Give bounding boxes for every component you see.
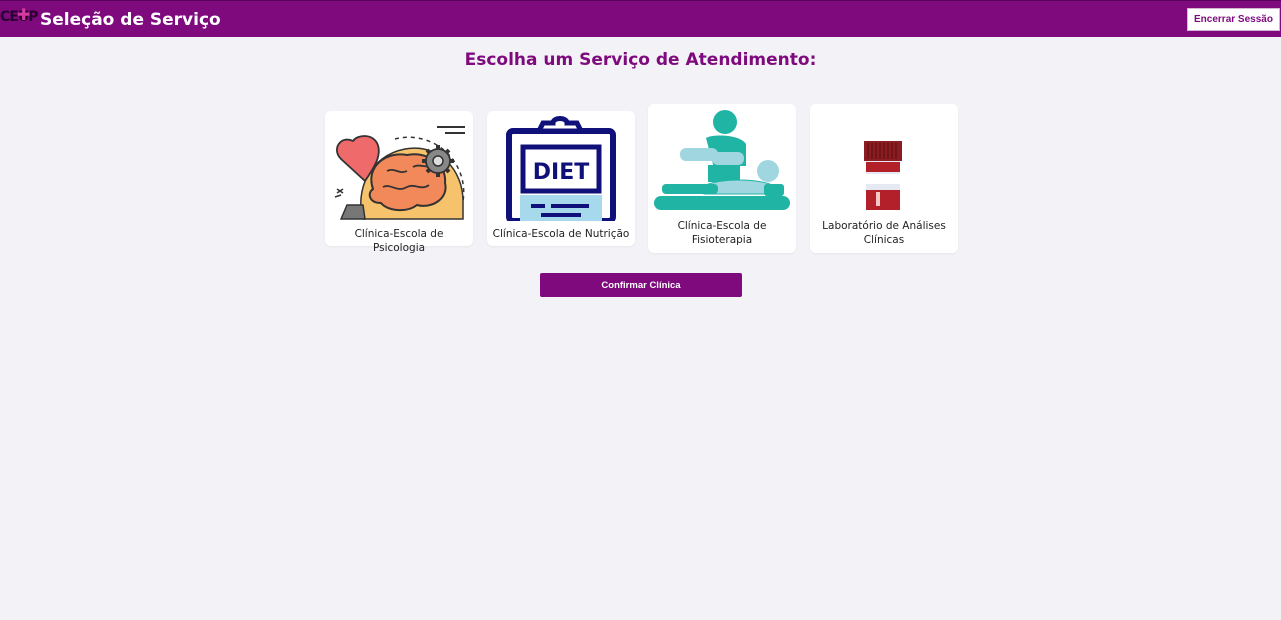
page-title: Seleção de Serviço [40, 10, 221, 30]
logout-button[interactable]: Encerrar Sessão [1187, 8, 1280, 31]
service-card-fisioterapia[interactable]: Clínica-Escola de Fisioterapia [648, 104, 796, 253]
logo-plus-icon: ✚ [17, 5, 30, 24]
svg-text:DIET: DIET [533, 160, 589, 185]
service-card-nutricao[interactable]: DIET Clínica-Escola de Nutrição [487, 111, 635, 246]
blood-sample-tube-icon [864, 141, 902, 210]
service-heading: Escolha um Serviço de Atendimento: [464, 50, 817, 70]
service-label-laboratorio: Laboratório de Análises Clínicas [822, 220, 946, 246]
service-label-psicologia: Clínica-Escola de Psicologia [354, 228, 444, 254]
service-label-nutricao: Clínica-Escola de Nutrição [492, 228, 630, 240]
diet-clipboard-icon: DIET [506, 116, 616, 221]
service-card-psicologia[interactable]: Clínica-Escola de Psicologia [325, 111, 473, 254]
physiotherapy-icon [654, 110, 790, 210]
confirm-clinic-button[interactable]: Confirmar Clínica [540, 273, 742, 297]
top-bar: CEUP ✚ Seleção de Serviço Encerrar Sessã… [0, 0, 1281, 37]
ceup-logo: CEUP ✚ [0, 5, 38, 31]
brain-heart-gear-icon [334, 126, 465, 220]
service-card-laboratorio[interactable]: Laboratório de Análises Clínicas [810, 104, 958, 253]
service-label-fisioterapia: Clínica-Escola de Fisioterapia [677, 220, 767, 246]
